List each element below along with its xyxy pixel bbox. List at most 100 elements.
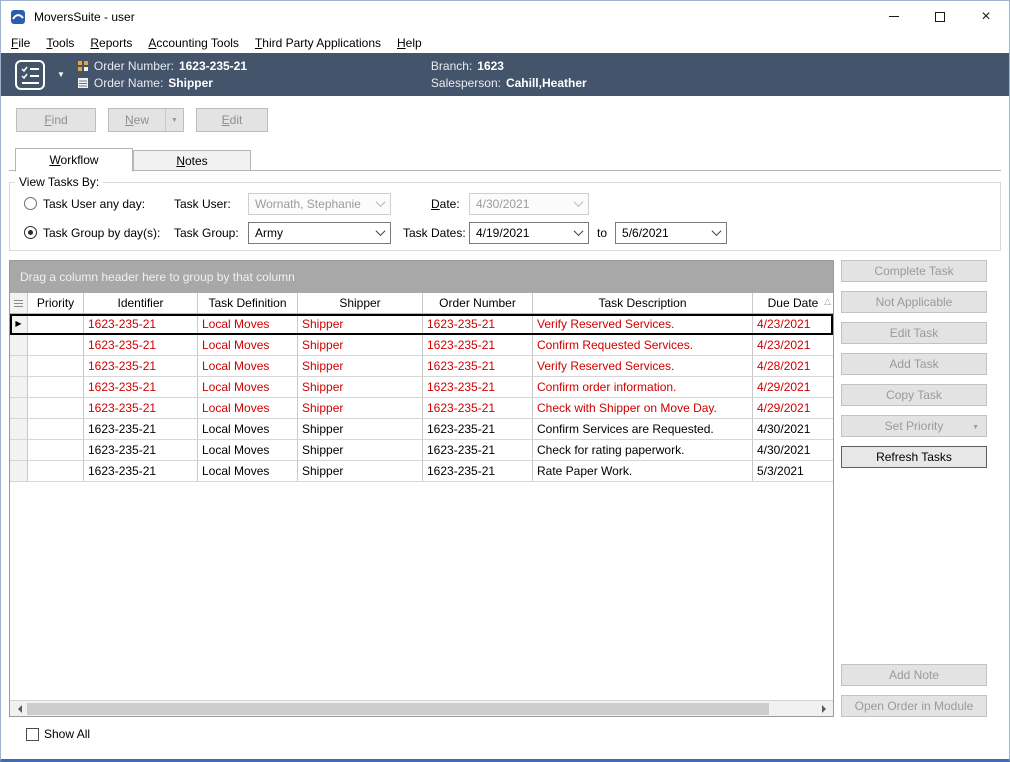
tab-notes[interactable]: Notes <box>133 150 251 171</box>
row-indicator-cell <box>10 419 28 439</box>
column-header-shipper[interactable]: Shipper <box>298 293 423 313</box>
scroll-left-icon[interactable] <box>10 701 27 716</box>
new-dropdown-icon[interactable]: ▼ <box>165 109 183 131</box>
cell-shipper: Shipper <box>298 377 423 397</box>
set-priority-dropdown-icon[interactable]: ▼ <box>972 424 979 431</box>
complete-task-button[interactable]: Complete Task <box>841 260 987 282</box>
set-priority-label: Set Priority <box>885 419 944 433</box>
task-dates-label: Task Dates: <box>403 226 465 240</box>
open-order-in-module-button[interactable]: Open Order in Module <box>841 695 987 717</box>
table-row[interactable]: 1623-235-21Local MovesShipper1623-235-21… <box>10 419 833 440</box>
cell-due-date: 4/30/2021 <box>753 419 833 439</box>
date-label: Date: <box>431 197 465 211</box>
cell-task-definition: Local Moves <box>198 398 298 418</box>
column-header-priority[interactable]: Priority <box>28 293 84 313</box>
main-row: Drag a column header here to group by th… <box>9 260 1001 717</box>
menu-file[interactable]: File <box>3 34 38 52</box>
column-header-task-definition[interactable]: Task Definition <box>198 293 298 313</box>
table-row[interactable]: 1623-235-21Local MovesShipper1623-235-21… <box>10 398 833 419</box>
view-tasks-by-title: View Tasks By: <box>15 175 103 189</box>
order-list-icon[interactable] <box>13 59 49 91</box>
task-user-select[interactable]: Wornath, Stephanie <box>248 193 391 215</box>
cell-due-date: 5/3/2021 <box>753 461 833 481</box>
task-date-from-select[interactable]: 4/19/2021 <box>469 222 589 244</box>
table-row[interactable]: 1623-235-21Local MovesShipper1623-235-21… <box>10 440 833 461</box>
cell-priority <box>28 440 84 460</box>
cell-order-number: 1623-235-21 <box>423 440 533 460</box>
cell-due-date: 4/29/2021 <box>753 377 833 397</box>
cell-task-description: Verify Reserved Services. <box>533 314 753 334</box>
cell-shipper: Shipper <box>298 356 423 376</box>
cell-identifier: 1623-235-21 <box>84 356 198 376</box>
menubar: File Tools Reports Accounting Tools Thir… <box>1 32 1009 53</box>
task-user-radio-icon[interactable] <box>24 197 37 210</box>
column-header-task-description[interactable]: Task Description <box>533 293 753 313</box>
menu-help[interactable]: Help <box>389 34 430 52</box>
cell-priority <box>28 335 84 355</box>
cell-priority <box>28 461 84 481</box>
not-applicable-button[interactable]: Not Applicable <box>841 291 987 313</box>
task-group-radio-icon[interactable] <box>24 226 37 239</box>
tab-workflow[interactable]: Workflow <box>15 148 133 172</box>
task-group-select[interactable]: Army <box>248 222 391 244</box>
cell-identifier: 1623-235-21 <box>84 314 198 334</box>
minimize-button[interactable] <box>871 1 917 32</box>
date-select[interactable]: 4/30/2021 <box>469 193 589 215</box>
cell-shipper: Shipper <box>298 314 423 334</box>
horizontal-scrollbar[interactable] <box>10 700 833 716</box>
cell-shipper: Shipper <box>298 335 423 355</box>
cell-priority <box>28 419 84 439</box>
column-header-order-number[interactable]: Order Number <box>423 293 533 313</box>
cell-identifier: 1623-235-21 <box>84 398 198 418</box>
task-group-radio[interactable]: Task Group by day(s): <box>24 226 174 240</box>
group-by-hint[interactable]: Drag a column header here to group by th… <box>10 261 833 293</box>
task-user-radio[interactable]: Task User any day: <box>24 197 174 211</box>
refresh-tasks-button[interactable]: Refresh Tasks <box>841 446 987 468</box>
table-row[interactable]: ▶1623-235-21Local MovesShipper1623-235-2… <box>10 314 833 335</box>
order-number-icon <box>77 60 89 72</box>
date-selected-value: 4/30/2021 <box>476 197 529 211</box>
column-header-identifier[interactable]: Identifier <box>84 293 198 313</box>
table-row[interactable]: 1623-235-21Local MovesShipper1623-235-21… <box>10 356 833 377</box>
new-button[interactable]: New ▼ <box>108 108 184 132</box>
maximize-button[interactable] <box>917 1 963 32</box>
cell-priority <box>28 377 84 397</box>
column-header-label: Priority <box>37 296 74 310</box>
show-all-row: Show All <box>9 727 1001 741</box>
add-note-button[interactable]: Add Note <box>841 664 987 686</box>
row-indicator-cell <box>10 377 28 397</box>
task-date-to-select[interactable]: 5/6/2021 <box>615 222 727 244</box>
table-row[interactable]: 1623-235-21Local MovesShipper1623-235-21… <box>10 461 833 482</box>
column-header-label: Due Date <box>768 296 819 310</box>
add-task-button[interactable]: Add Task <box>841 353 987 375</box>
grid-header-row: Priority Identifier Task Definition Shipper… <box>10 293 833 314</box>
row-indicator-cell: ▶ <box>10 314 28 334</box>
column-header-label: Task Definition <box>208 296 286 310</box>
cell-task-description: Rate Paper Work. <box>533 461 753 481</box>
close-button[interactable]: × <box>963 1 1009 32</box>
menu-tools[interactable]: Tools <box>38 34 82 52</box>
scrollbar-track[interactable] <box>27 701 816 716</box>
grid-menu-icon <box>14 300 23 301</box>
salesperson-value: Cahill,Heather <box>506 76 587 90</box>
column-header-due-date[interactable]: Due Date△ <box>753 293 833 313</box>
table-row[interactable]: 1623-235-21Local MovesShipper1623-235-21… <box>10 377 833 398</box>
cell-priority <box>28 356 84 376</box>
edit-button[interactable]: Edit <box>196 108 268 132</box>
header-dropdown-icon[interactable]: ▼ <box>57 70 65 79</box>
scrollbar-thumb[interactable] <box>27 703 769 715</box>
set-priority-button[interactable]: Set Priority ▼ <box>841 415 987 437</box>
menu-accounting-tools[interactable]: Accounting Tools <box>140 34 247 52</box>
show-all-checkbox[interactable] <box>26 728 39 741</box>
copy-task-button[interactable]: Copy Task <box>841 384 987 406</box>
close-icon: × <box>981 9 990 25</box>
menu-third-party-applications[interactable]: Third Party Applications <box>247 34 389 52</box>
task-actions-panel: Complete Task Not Applicable Edit Task A… <box>841 260 987 717</box>
scroll-right-icon[interactable] <box>816 701 833 716</box>
table-row[interactable]: 1623-235-21Local MovesShipper1623-235-21… <box>10 335 833 356</box>
find-button[interactable]: Find <box>16 108 96 132</box>
titlebar: MoversSuite - user × <box>1 1 1009 32</box>
order-info-block: Order Number: 1623-235-21 Order Name: Sh… <box>77 59 335 90</box>
edit-task-button[interactable]: Edit Task <box>841 322 987 344</box>
menu-reports[interactable]: Reports <box>82 34 140 52</box>
